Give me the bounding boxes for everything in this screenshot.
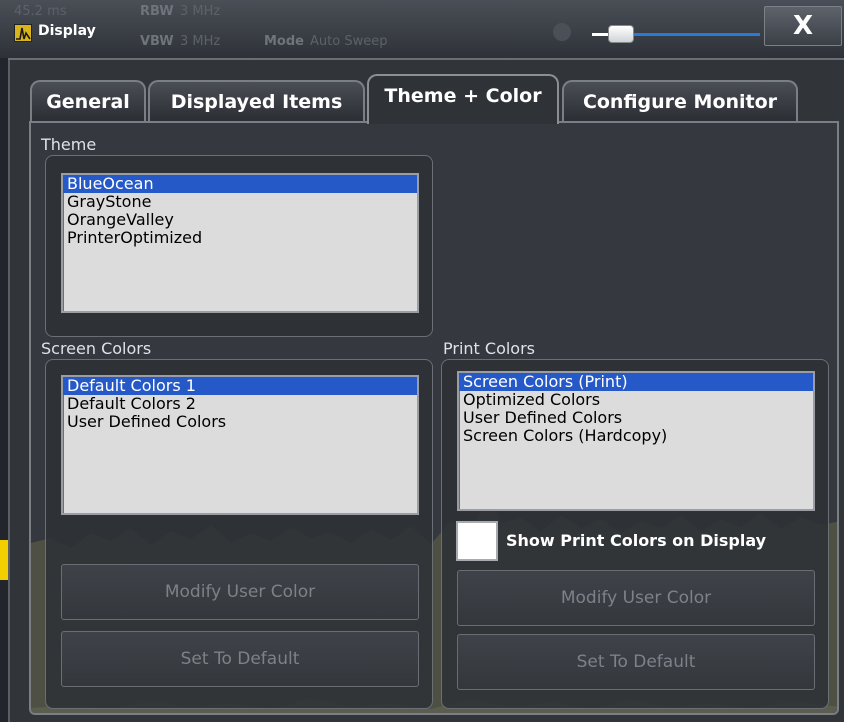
tab-displayed-items-label: Displayed Items [170,91,343,113]
show-print-colors-checkbox[interactable] [456,521,498,561]
zoom-slider-thumb[interactable] [608,25,634,43]
screen-colors-option-default-1[interactable]: Default Colors 1 [63,377,417,395]
screen-colors-listbox[interactable]: Default Colors 1 Default Colors 2 User D… [61,375,419,515]
print-set-to-default-label: Set To Default [576,652,696,672]
screen-set-to-default-button[interactable]: Set To Default [61,631,419,687]
tab-panel: Theme BlueOcean GrayStone OrangeValley P… [29,121,839,715]
theme-group-label: Theme [41,135,97,154]
print-modify-user-color-label: Modify User Color [560,588,712,608]
trace-edge [0,540,8,580]
close-icon: X [792,11,814,41]
window-title: Display [38,23,96,39]
screen-colors-option-user-defined[interactable]: User Defined Colors [63,413,417,431]
show-print-colors-label[interactable]: Show Print Colors on Display [506,531,766,550]
title-divider [8,58,844,60]
print-set-to-default-button[interactable]: Set To Default [457,634,815,690]
screen-colors-option-default-2[interactable]: Default Colors 2 [63,395,417,413]
zoom-knob-icon[interactable] [553,23,571,41]
ghost-left-value: 45.2 ms [14,4,67,19]
print-colors-option-screen-print[interactable]: Screen Colors (Print) [459,373,813,391]
tab-theme-color[interactable]: Theme + Color [367,74,559,124]
spectrum-app-icon [14,24,32,42]
print-colors-option-user-defined[interactable]: User Defined Colors [459,409,813,427]
theme-option-printeroptimized[interactable]: PrinterOptimized [63,229,417,247]
ghost-rbw-value: 3 MHz [180,4,221,19]
ghost-vbw-label: VBW [140,34,174,49]
print-colors-listbox[interactable]: Screen Colors (Print) Optimized Colors U… [457,371,815,511]
spectrum-glyph-icon [16,27,31,40]
tab-configure-monitor-label: Configure Monitor [582,91,778,113]
screen-set-to-default-label: Set To Default [180,649,300,669]
theme-option-graystone[interactable]: GrayStone [63,193,417,211]
print-colors-option-optimized[interactable]: Optimized Colors [459,391,813,409]
ghost-mode-value: Auto Sweep [310,34,388,49]
ghost-mode-label: Mode [264,34,304,49]
print-colors-option-screen-hardcopy[interactable]: Screen Colors (Hardcopy) [459,427,813,445]
screen-modify-user-color-button[interactable]: Modify User Color [61,564,419,620]
ghost-vbw-value: 3 MHz [180,34,221,49]
tab-general[interactable]: General [30,80,146,122]
print-modify-user-color-button[interactable]: Modify User Color [457,570,815,626]
theme-option-orangevalley[interactable]: OrangeValley [63,211,417,229]
screen-modify-user-color-label: Modify User Color [164,582,316,602]
print-colors-group-label: Print Colors [443,339,535,358]
tab-general-label: General [46,91,130,113]
tab-configure-monitor[interactable]: Configure Monitor [562,80,798,122]
theme-listbox[interactable]: BlueOcean GrayStone OrangeValley Printer… [61,173,419,313]
ghost-rbw-label: RBW [140,4,174,19]
screen-colors-group-label: Screen Colors [41,339,152,358]
tab-theme-color-label: Theme + Color [384,85,542,107]
tab-displayed-items[interactable]: Displayed Items [148,80,365,122]
theme-option-blueocean[interactable]: BlueOcean [63,175,417,193]
close-button[interactable]: X [764,6,842,46]
title-bar [0,0,844,58]
